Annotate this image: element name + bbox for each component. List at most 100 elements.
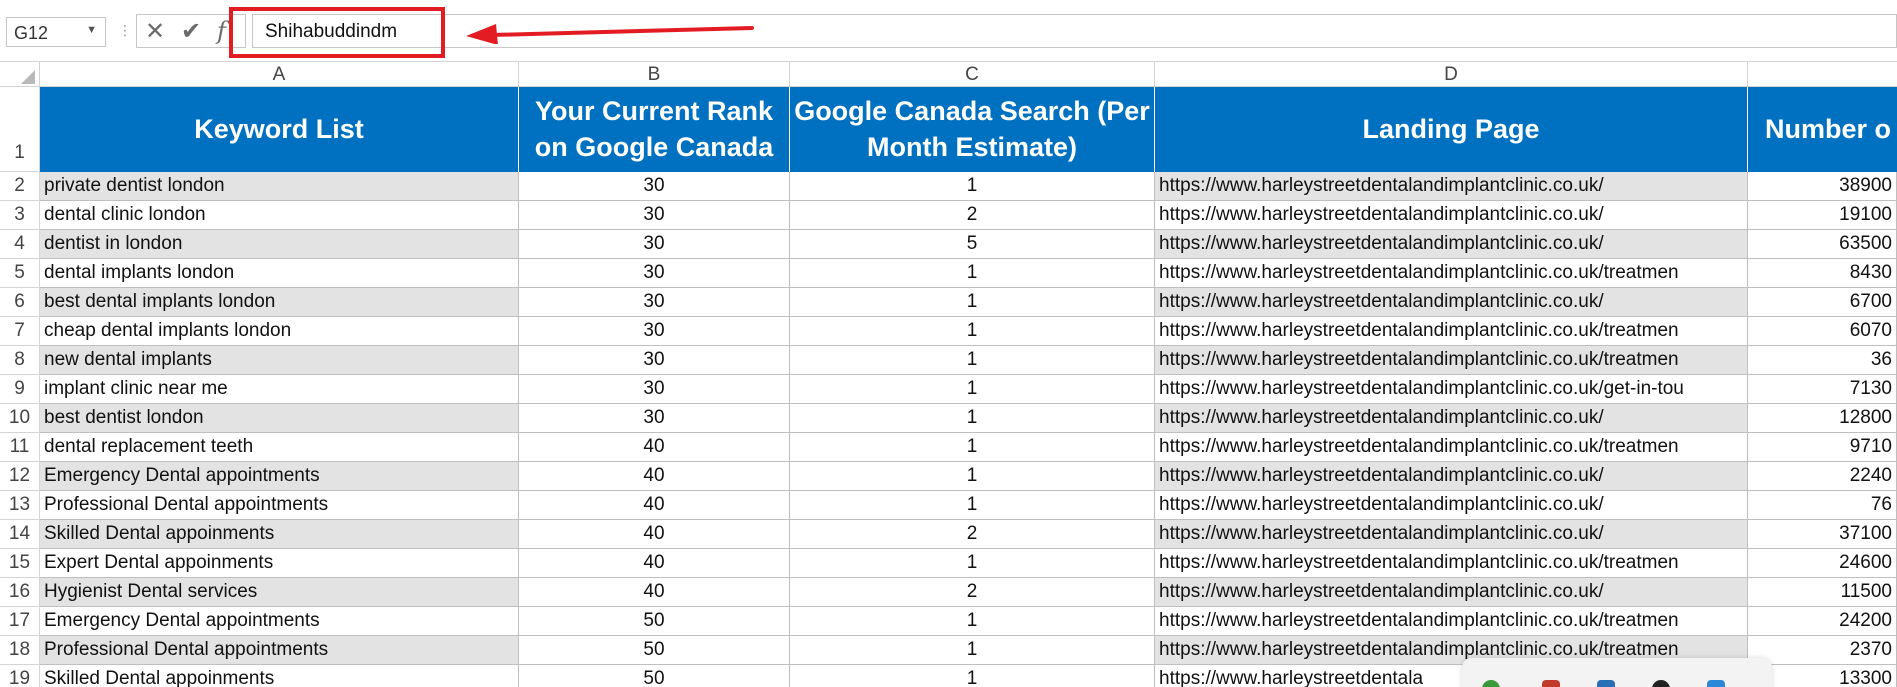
cell-search[interactable]: 1 [790, 607, 1155, 636]
row-header[interactable]: 7 [0, 317, 40, 346]
cell-number[interactable]: 24200 [1748, 607, 1897, 636]
cell-search[interactable]: 1 [790, 491, 1155, 520]
cell-landing-page[interactable]: https://www.harleystreetdentalandimplant… [1155, 172, 1748, 201]
column-header-b[interactable]: B [519, 62, 790, 87]
cell-number[interactable]: 2240 [1748, 462, 1897, 491]
cell-rank[interactable]: 50 [519, 665, 790, 687]
app-icon[interactable] [1652, 680, 1670, 687]
cell-landing-page[interactable]: https://www.harleystreetdentalandimplant… [1155, 491, 1748, 520]
cell-landing-page[interactable]: https://www.harleystreetdentalandimplant… [1155, 288, 1748, 317]
header-cell-current-rank[interactable]: Your Current Rank on Google Canada [519, 87, 790, 172]
row-header[interactable]: 9 [0, 375, 40, 404]
cell-keyword[interactable]: dental implants london [40, 259, 519, 288]
cell-search[interactable]: 1 [790, 288, 1155, 317]
cell-search[interactable]: 1 [790, 549, 1155, 578]
app-icon[interactable] [1482, 680, 1500, 687]
drag-handle-icon[interactable]: ⋮ [118, 22, 132, 39]
cell-number[interactable]: 36 [1748, 346, 1897, 375]
cell-rank[interactable]: 50 [519, 636, 790, 665]
cell-search[interactable]: 1 [790, 665, 1155, 687]
cell-number[interactable]: 24600 [1748, 549, 1897, 578]
row-header[interactable]: 4 [0, 230, 40, 259]
cell-landing-page[interactable]: https://www.harleystreetdentalandimplant… [1155, 462, 1748, 491]
cell-number[interactable]: 12800 [1748, 404, 1897, 433]
cell-landing-page[interactable]: https://www.harleystreetdentalandimplant… [1155, 607, 1748, 636]
cell-number[interactable]: 63500 [1748, 230, 1897, 259]
cell-keyword[interactable]: best dental implants london [40, 288, 519, 317]
cell-number[interactable]: 6070 [1748, 317, 1897, 346]
cell-search[interactable]: 1 [790, 404, 1155, 433]
cell-landing-page[interactable]: https://www.harleystreetdentalandimplant… [1155, 230, 1748, 259]
cell-search[interactable]: 1 [790, 259, 1155, 288]
cell-search[interactable]: 2 [790, 578, 1155, 607]
function-icon[interactable]: f [217, 17, 226, 45]
cell-number[interactable]: 76 [1748, 491, 1897, 520]
cell-rank[interactable]: 40 [519, 549, 790, 578]
cell-rank[interactable]: 40 [519, 578, 790, 607]
cancel-icon[interactable]: ✕ [145, 17, 165, 46]
cell-number[interactable]: 37100 [1748, 520, 1897, 549]
cell-search[interactable]: 1 [790, 317, 1155, 346]
cell-number[interactable]: 38900 [1748, 172, 1897, 201]
header-cell-keyword-list[interactable]: Keyword List [40, 87, 519, 172]
row-header[interactable]: 6 [0, 288, 40, 317]
cell-keyword[interactable]: Professional Dental appointments [40, 636, 519, 665]
cell-number[interactable]: 9710 [1748, 433, 1897, 462]
cell-keyword[interactable]: Hygienist Dental services [40, 578, 519, 607]
cell-keyword[interactable]: Emergency Dental appointments [40, 607, 519, 636]
name-box[interactable]: G12 ▼ [6, 17, 106, 47]
cell-search[interactable]: 1 [790, 346, 1155, 375]
cell-search[interactable]: 1 [790, 433, 1155, 462]
cell-keyword[interactable]: Professional Dental appointments [40, 491, 519, 520]
cell-rank[interactable]: 40 [519, 433, 790, 462]
cell-landing-page[interactable]: https://www.harleystreetdentalandimplant… [1155, 259, 1748, 288]
row-header[interactable]: 12 [0, 462, 40, 491]
cell-keyword[interactable]: best dentist london [40, 404, 519, 433]
cell-keyword[interactable]: Skilled Dental appoinments [40, 665, 519, 687]
cell-keyword[interactable]: implant clinic near me [40, 375, 519, 404]
cell-keyword[interactable]: private dentist london [40, 172, 519, 201]
cell-keyword[interactable]: dental clinic london [40, 201, 519, 230]
cell-landing-page[interactable]: https://www.harleystreetdentalandimplant… [1155, 404, 1748, 433]
cell-landing-page[interactable]: https://www.harleystreetdentalandimplant… [1155, 433, 1748, 462]
enter-icon[interactable]: ✔ [181, 17, 201, 46]
cell-rank[interactable]: 30 [519, 346, 790, 375]
header-cell-search-estimate[interactable]: Google Canada Search (Per Month Estimate… [790, 87, 1155, 172]
cell-rank[interactable]: 30 [519, 288, 790, 317]
cell-landing-page[interactable]: https://www.harleystreetdentalandimplant… [1155, 375, 1748, 404]
row-header[interactable]: 11 [0, 433, 40, 462]
cell-rank[interactable]: 40 [519, 491, 790, 520]
row-header[interactable]: 15 [0, 549, 40, 578]
cell-keyword[interactable]: dental replacement teeth [40, 433, 519, 462]
cell-rank[interactable]: 30 [519, 375, 790, 404]
app-icon[interactable] [1542, 680, 1560, 687]
row-header[interactable]: 10 [0, 404, 40, 433]
cell-search[interactable]: 2 [790, 201, 1155, 230]
cell-rank[interactable]: 40 [519, 520, 790, 549]
cell-rank[interactable]: 30 [519, 230, 790, 259]
cell-rank[interactable]: 30 [519, 259, 790, 288]
row-header[interactable]: 13 [0, 491, 40, 520]
column-header-d[interactable]: D [1155, 62, 1748, 87]
app-icon[interactable] [1597, 680, 1615, 687]
row-header[interactable]: 18 [0, 636, 40, 665]
row-header[interactable]: 2 [0, 172, 40, 201]
cell-number[interactable]: 19100 [1748, 201, 1897, 230]
cell-keyword[interactable]: Skilled Dental appoinments [40, 520, 519, 549]
cell-search[interactable]: 1 [790, 636, 1155, 665]
cell-number[interactable]: 7130 [1748, 375, 1897, 404]
cell-landing-page[interactable]: https://www.harleystreetdentalandimplant… [1155, 346, 1748, 375]
cell-keyword[interactable]: new dental implants [40, 346, 519, 375]
row-header[interactable]: 16 [0, 578, 40, 607]
cell-search[interactable]: 5 [790, 230, 1155, 259]
cell-search[interactable]: 1 [790, 172, 1155, 201]
app-icon[interactable] [1707, 680, 1725, 687]
row-header[interactable]: 19 [0, 665, 40, 687]
header-cell-number[interactable]: Number o [1748, 87, 1897, 172]
cell-keyword[interactable]: dentist in london [40, 230, 519, 259]
row-header[interactable]: 5 [0, 259, 40, 288]
cell-keyword[interactable]: Expert Dental appoinments [40, 549, 519, 578]
cell-number[interactable]: 2370 [1748, 636, 1897, 665]
row-header[interactable]: 3 [0, 201, 40, 230]
cell-rank[interactable]: 30 [519, 317, 790, 346]
